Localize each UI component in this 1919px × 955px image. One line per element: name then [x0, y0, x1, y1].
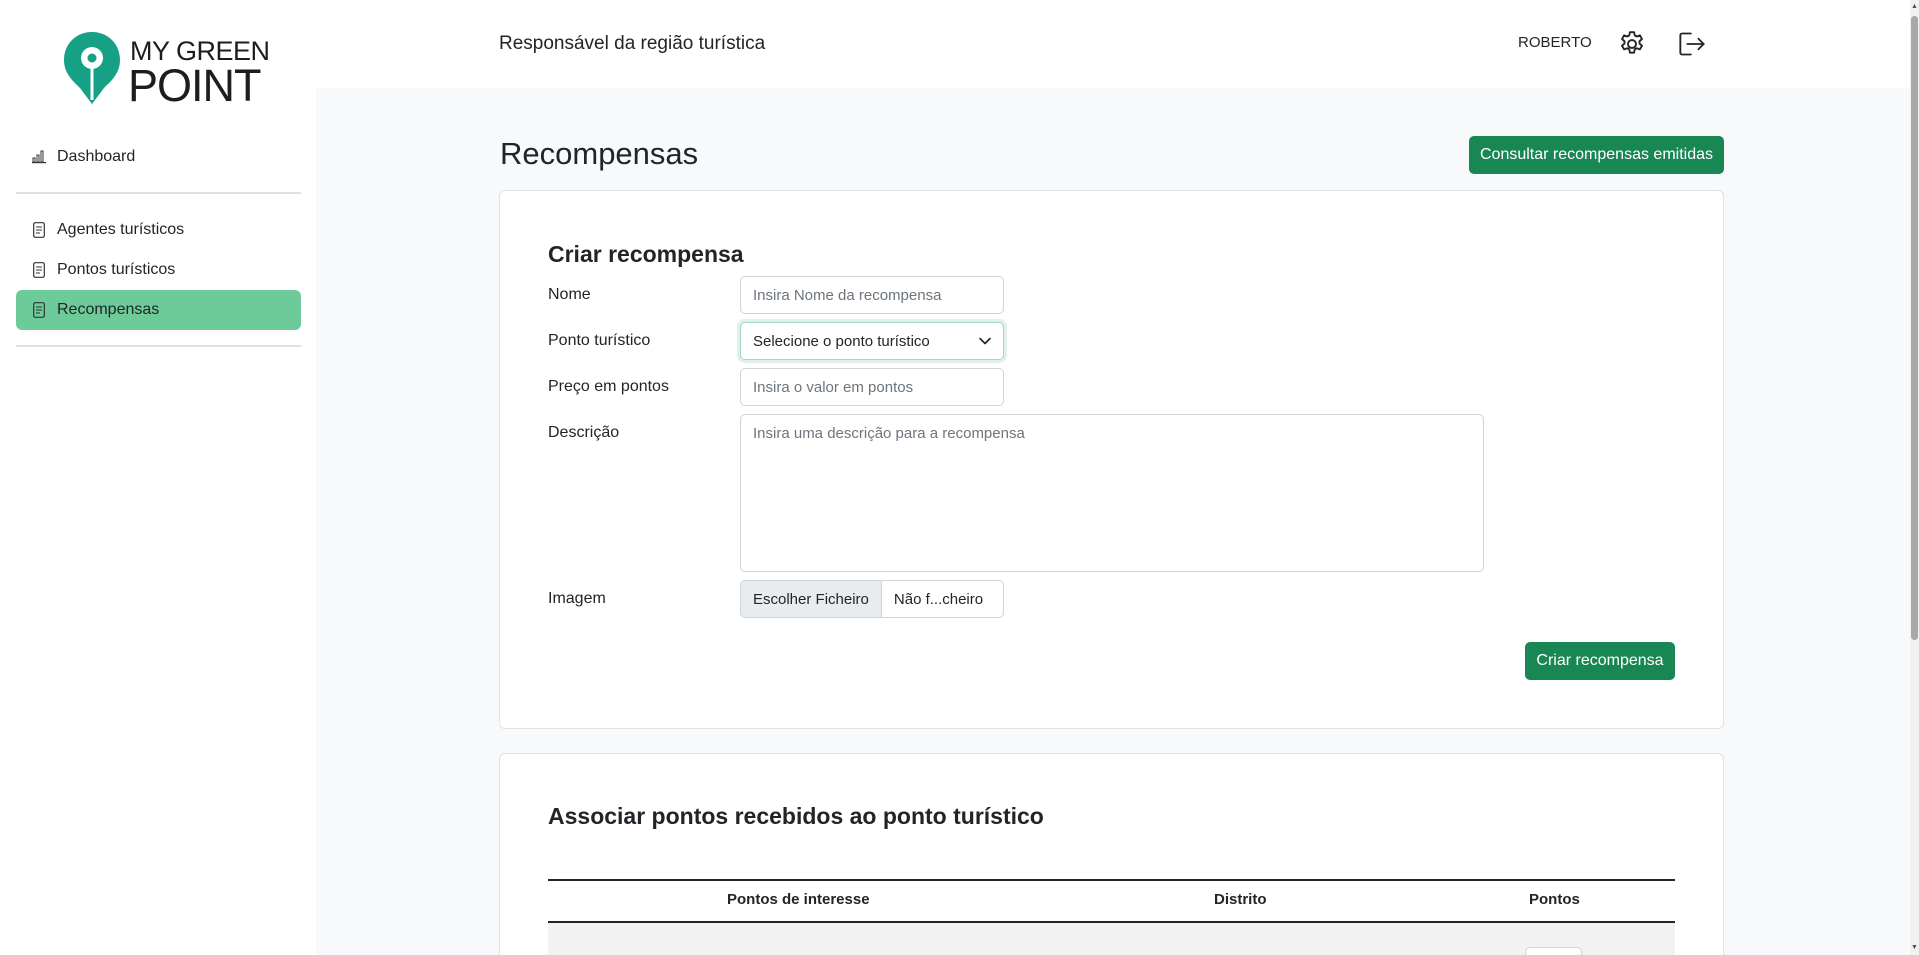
table-top-border	[548, 879, 1675, 881]
sidebar-item-dashboard[interactable]: Dashboard	[16, 137, 301, 177]
file-name-text: Não f...cheiro	[893, 590, 984, 608]
sidebar-item-label: Recompensas	[57, 301, 160, 318]
tourist-point-selected: Selecione o ponto turístico	[753, 332, 930, 350]
price-label: Preço em pontos	[548, 378, 669, 395]
image-file-input[interactable]: Escolher Ficheiro Não f...cheiro	[740, 580, 1004, 618]
choose-file-button[interactable]: Escolher Ficheiro	[741, 581, 882, 617]
top-header: Responsável da região turística ROBERTO	[316, 0, 1910, 88]
sidebar-item-label: Pontos turísticos	[57, 261, 176, 278]
price-points-input[interactable]: Insira o valor em pontos	[740, 368, 1004, 406]
brand-logo[interactable]: MY GREEN POINT	[62, 30, 270, 111]
table-row	[548, 923, 1675, 955]
sidebar-item-pontos-turisticos[interactable]: Pontos turísticos	[16, 250, 301, 290]
scroll-up-arrow[interactable]: ▲	[1911, 2, 1918, 12]
page-title: Recompensas	[500, 136, 699, 171]
column-header-distrito: Distrito	[1214, 891, 1267, 908]
name-label: Nome	[548, 286, 591, 303]
sidebar-item-recompensas[interactable]: Recompensas	[16, 290, 301, 330]
document-icon	[32, 262, 46, 278]
create-reward-button[interactable]: Criar recompensa	[1525, 642, 1675, 680]
price-points-placeholder: Insira o valor em pontos	[753, 378, 914, 396]
brand-line2: POINT	[128, 60, 262, 111]
gear-icon[interactable]	[1616, 28, 1648, 60]
reward-name-input[interactable]: Insira Nome da recompensa	[740, 276, 1004, 314]
sidebar-divider	[16, 192, 301, 194]
scrollbar-thumb[interactable]	[1911, 16, 1918, 640]
document-icon	[32, 222, 46, 238]
image-label: Imagem	[548, 590, 606, 607]
sidebar-divider	[16, 345, 301, 347]
location-pin-icon	[64, 32, 120, 104]
column-header-pontos: Pontos	[1529, 891, 1580, 908]
user-name[interactable]: ROBERTO	[1518, 34, 1592, 51]
reward-name-placeholder: Insira Nome da recompensa	[753, 286, 942, 304]
document-icon	[32, 302, 46, 318]
tourist-point-select[interactable]: Selecione o ponto turístico	[740, 322, 1004, 360]
column-header-pontos-interesse: Pontos de interesse	[727, 891, 870, 908]
header-title: Responsável da região turística	[499, 33, 766, 54]
scroll-down-arrow[interactable]: ▼	[1911, 943, 1918, 953]
sidebar-item-agentes-turisticos[interactable]: Agentes turísticos	[16, 210, 301, 250]
sidebar-item-label: Agentes turísticos	[57, 221, 185, 238]
create-reward-title: Criar recompensa	[548, 241, 744, 267]
logout-icon[interactable]	[1676, 28, 1708, 60]
points-input[interactable]	[1525, 947, 1582, 955]
description-textarea[interactable]: Insira uma descrição para a recompensa	[740, 414, 1484, 572]
sidebar-item-label: Dashboard	[57, 148, 136, 165]
tourist-point-label: Ponto turístico	[548, 332, 651, 349]
consultar-recompensas-button[interactable]: Consultar recompensas emitidas	[1469, 136, 1724, 174]
associate-points-title: Associar pontos recebidos ao ponto turís…	[548, 803, 1044, 829]
description-label: Descrição	[548, 424, 620, 441]
bar-chart-icon	[32, 149, 46, 165]
chevron-down-icon	[979, 337, 991, 345]
sidebar: MY GREEN POINT Dashboard Agentes turísti…	[0, 0, 316, 955]
description-placeholder: Insira uma descrição para a recompensa	[753, 425, 1025, 442]
